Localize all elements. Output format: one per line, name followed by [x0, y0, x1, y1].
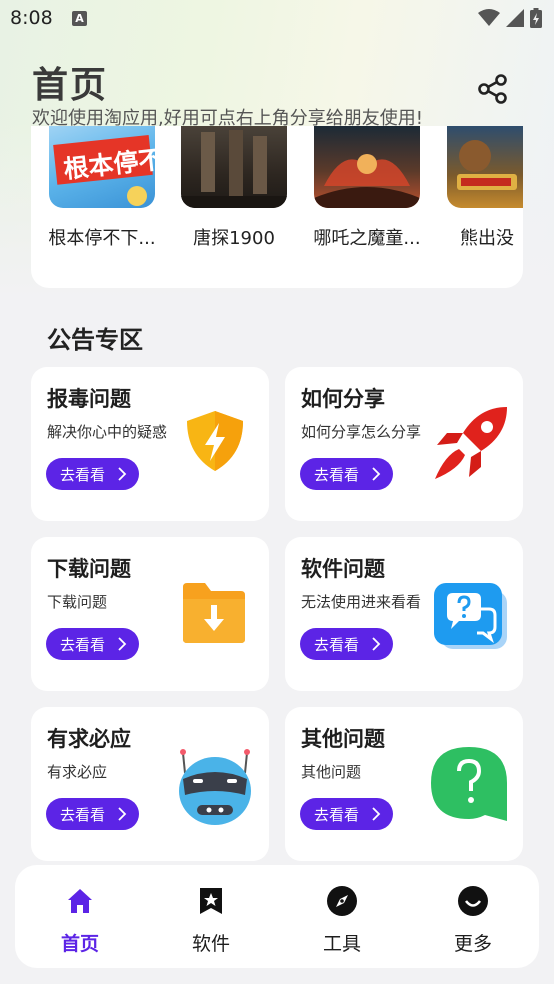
- card-description: 有求必应: [47, 763, 108, 781]
- card-description: 下载问题: [47, 593, 108, 611]
- chevron-right-icon: [372, 807, 381, 821]
- movie-title: 哪吒之魔童...: [313, 228, 421, 249]
- card-title: 其他问题: [301, 727, 385, 751]
- battery-icon: [530, 8, 542, 28]
- card-title: 有求必应: [47, 727, 131, 751]
- nav-item-tools[interactable]: 工具: [287, 865, 397, 968]
- compass-icon: [327, 886, 357, 916]
- view-button-label: 去看看: [60, 805, 106, 824]
- announcement-card-other[interactable]: 其他问题 其他问题 去看看: [285, 707, 523, 861]
- movie-poster: [447, 126, 523, 208]
- signal-icon: [506, 9, 524, 27]
- card-title: 软件问题: [301, 557, 385, 581]
- view-button[interactable]: 去看看: [46, 458, 139, 490]
- nav-label: 更多: [453, 933, 492, 955]
- card-description: 无法使用进来看看: [301, 593, 422, 611]
- announcement-card-request[interactable]: 有求必应 有求必应 去看看: [31, 707, 269, 861]
- home-icon: [68, 889, 92, 913]
- view-button-label: 去看看: [60, 465, 106, 484]
- chevron-right-icon: [372, 637, 381, 651]
- movie-poster: [314, 126, 420, 208]
- announcement-card-virus[interactable]: 报毒问题 解决你心中的疑惑 去看看: [31, 367, 269, 521]
- nav-item-more[interactable]: 更多: [418, 865, 528, 968]
- nav-label: 首页: [60, 933, 99, 955]
- wifi-icon: [478, 9, 500, 26]
- smile-icon: [458, 886, 488, 916]
- question-chat-icon: [434, 583, 507, 649]
- announcement-card-share[interactable]: 如何分享 如何分享怎么分享 去看看: [285, 367, 523, 521]
- a-notification-icon: A: [72, 11, 87, 26]
- announcement-card-software[interactable]: 软件问题 无法使用进来看看 去看看: [285, 537, 523, 691]
- nav-item-software[interactable]: 软件: [156, 865, 266, 968]
- bottom-nav: 首页 软件 工具 更多: [15, 865, 539, 968]
- card-description: 如何分享怎么分享: [301, 423, 422, 441]
- page-title: 首页: [32, 65, 109, 106]
- view-button[interactable]: 去看看: [300, 458, 393, 490]
- view-button-label: 去看看: [314, 805, 360, 824]
- robot-icon: [179, 749, 251, 825]
- share-icon: [478, 74, 507, 104]
- section-title: 公告专区: [47, 326, 143, 354]
- view-button-label: 去看看: [314, 465, 360, 484]
- view-button-label: 去看看: [314, 635, 360, 654]
- rocket-icon: [435, 407, 507, 479]
- card-title: 报毒问题: [47, 387, 131, 411]
- view-button[interactable]: 去看看: [46, 628, 139, 660]
- movie-carousel[interactable]: 根本停不下 根本停不下... 唐探1900 哪吒之魔童... 熊出没: [31, 126, 523, 288]
- card-description: 解决你心中的疑惑: [47, 423, 168, 441]
- nav-label: 工具: [322, 933, 361, 955]
- movie-poster: 根本停不下: [49, 126, 155, 208]
- chevron-right-icon: [118, 467, 127, 481]
- view-button[interactable]: 去看看: [300, 798, 393, 830]
- question-bubble-icon: [431, 747, 507, 821]
- nav-label: 软件: [191, 933, 230, 955]
- card-description: 其他问题: [301, 763, 362, 781]
- movie-poster: [181, 126, 287, 208]
- card-title: 如何分享: [301, 387, 385, 411]
- status-time: 8:08: [10, 7, 53, 29]
- movie-title: 唐探1900: [193, 228, 275, 249]
- shield-lightning-icon: [187, 411, 243, 471]
- share-button[interactable]: [476, 72, 510, 106]
- chevron-right-icon: [118, 807, 127, 821]
- card-title: 下载问题: [47, 557, 131, 581]
- announcement-card-download[interactable]: 下载问题 下载问题 去看看: [31, 537, 269, 691]
- status-icons: [478, 8, 542, 28]
- view-button[interactable]: 去看看: [300, 628, 393, 660]
- chevron-right-icon: [372, 467, 381, 481]
- view-button[interactable]: 去看看: [46, 798, 139, 830]
- download-folder-icon: [183, 583, 245, 643]
- movie-title: 根本停不下...: [48, 228, 156, 249]
- nav-item-home[interactable]: 首页: [25, 865, 135, 968]
- status-bar: 8:08 A: [0, 0, 554, 36]
- bookmark-star-icon: [200, 888, 222, 914]
- movie-title: 熊出没: [460, 228, 514, 249]
- chevron-right-icon: [118, 637, 127, 651]
- view-button-label: 去看看: [60, 635, 106, 654]
